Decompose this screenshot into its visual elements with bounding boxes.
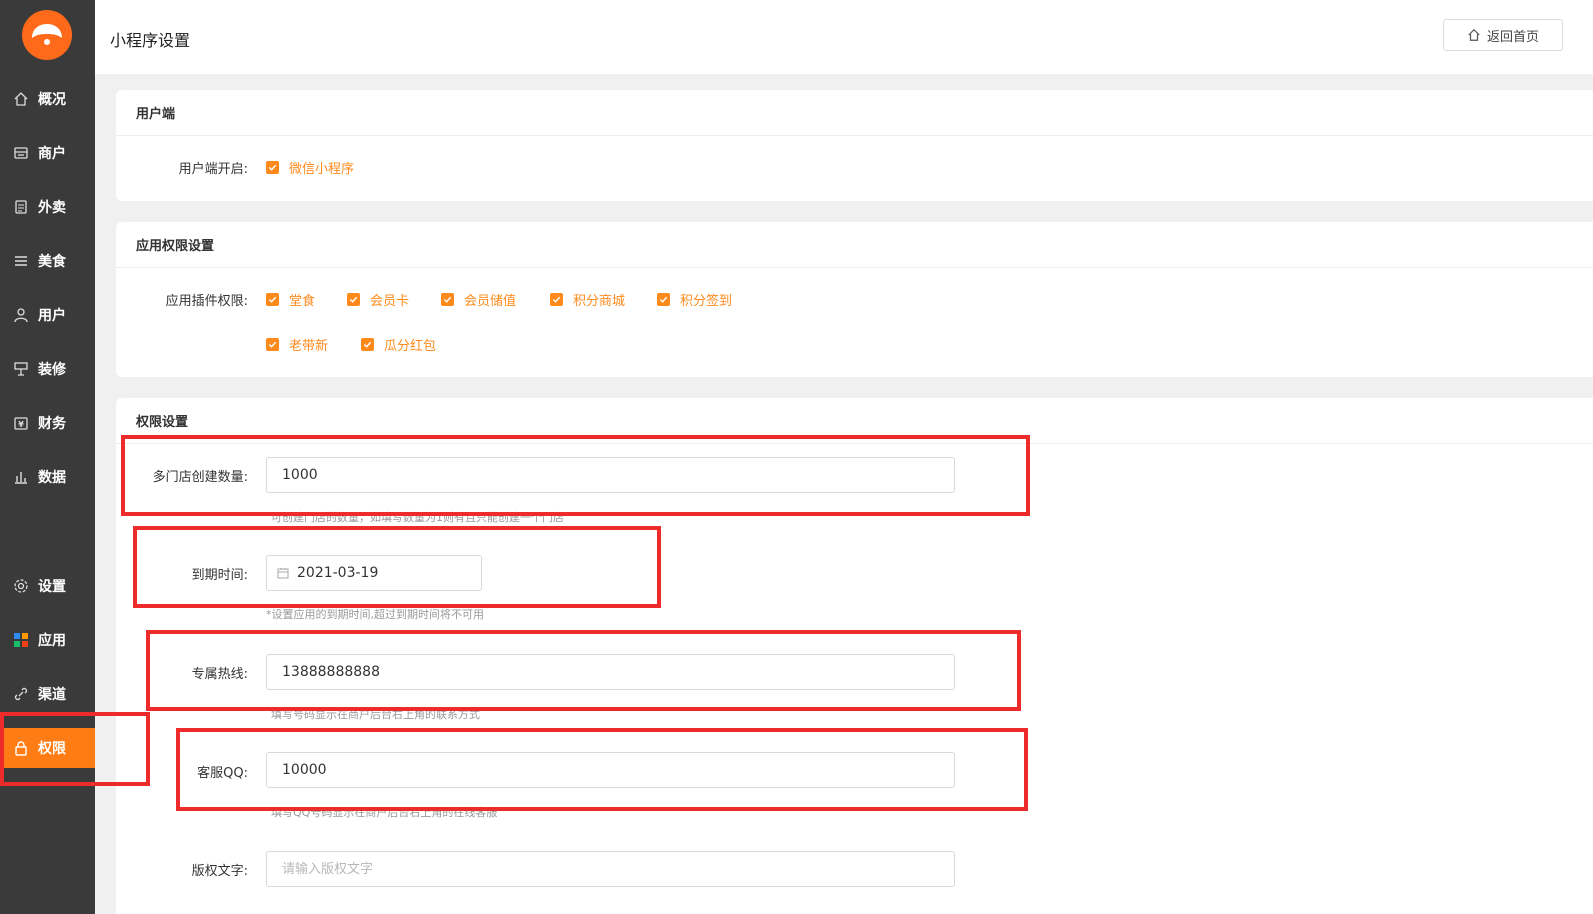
check-icon <box>441 293 454 306</box>
home-icon <box>1467 28 1481 42</box>
hotline-label: 专属热线: <box>191 667 248 682</box>
checkbox-label: 微信小程序 <box>289 162 355 177</box>
sidebar-item-merchant[interactable]: 商户 <box>0 133 95 173</box>
hotline-input[interactable]: 13888888888 <box>266 654 955 690</box>
sidebar-item-data[interactable]: 数据 <box>0 457 95 497</box>
sidebar: 概况 商户 外卖 美食 用户 装修 ¥ 财务 数据 设置 应用 渠道 权限 <box>0 0 95 914</box>
sidebar-item-label: 商户 <box>38 146 66 162</box>
sidebar-item-label: 渠道 <box>38 687 66 703</box>
sidebar-item-decoration[interactable]: 装修 <box>0 349 95 389</box>
check-icon <box>347 293 360 306</box>
check-icon <box>266 293 279 306</box>
checkbox-plugin-referral[interactable]: 老带新 <box>266 335 328 354</box>
store-count-input[interactable]: 1000 <box>266 457 955 493</box>
user-icon <box>12 306 30 324</box>
checkbox-plugin-red-packet[interactable]: 瓜分红包 <box>361 335 436 354</box>
checkbox-wechat-miniprogram[interactable]: 微信小程序 <box>266 158 354 177</box>
checkbox-label: 积分商城 <box>573 294 626 309</box>
chart-icon <box>12 468 30 486</box>
store-count-label: 多门店创建数量: <box>152 470 248 485</box>
sidebar-item-users[interactable]: 用户 <box>0 295 95 335</box>
hotline-hint: 填写号码显示在商户后台右上角的联系方式 <box>271 708 480 721</box>
home-button-label: 返回首页 <box>1486 29 1539 45</box>
user-section-card: 用户端 用户端开启: 微信小程序 <box>116 90 1593 201</box>
checkbox-label: 瓜分红包 <box>384 339 437 354</box>
checkbox-plugin-stored-value[interactable]: 会员储值 <box>441 290 516 309</box>
document-icon <box>12 198 30 216</box>
qq-value: 10000 <box>282 762 327 778</box>
checkbox-plugin-points-mall[interactable]: 积分商城 <box>550 290 625 309</box>
store-icon <box>12 144 30 162</box>
sidebar-item-label: 数据 <box>38 470 66 486</box>
qq-input[interactable]: 10000 <box>266 752 955 788</box>
finance-icon: ¥ <box>12 414 30 432</box>
copyright-input[interactable] <box>282 852 954 886</box>
check-icon <box>657 293 670 306</box>
sidebar-item-finance[interactable]: ¥ 财务 <box>0 403 95 443</box>
check-icon <box>361 338 374 351</box>
sidebar-item-permissions[interactable]: 权限 <box>0 728 95 768</box>
checkbox-label: 会员储值 <box>464 294 517 309</box>
sidebar-item-label: 设置 <box>38 579 66 595</box>
calendar-icon <box>277 567 289 579</box>
sidebar-item-label: 概况 <box>38 92 66 108</box>
sidebar-item-label: 权限 <box>38 741 66 757</box>
brush-icon <box>12 360 30 378</box>
sidebar-item-food[interactable]: 美食 <box>0 241 95 281</box>
checkbox-plugin-dinein[interactable]: 堂食 <box>266 290 315 309</box>
logo <box>22 10 72 60</box>
app-permission-card: 应用权限设置 应用插件权限: 堂食 会员卡 会员储值 积分商城 积分签到 老带新… <box>116 222 1593 377</box>
home-icon <box>12 90 30 108</box>
plugin-permission-label: 应用插件权限: <box>165 294 248 309</box>
store-count-value: 1000 <box>282 467 318 483</box>
sidebar-item-label: 用户 <box>38 308 66 324</box>
gear-icon <box>12 577 30 595</box>
menu-icon <box>12 252 30 270</box>
checkbox-label: 堂食 <box>289 294 316 309</box>
check-icon <box>266 338 279 351</box>
sidebar-item-label: 装修 <box>38 362 66 378</box>
checkbox-label: 积分签到 <box>680 294 733 309</box>
section-title: 用户端 <box>116 90 1593 136</box>
copyright-field[interactable] <box>266 851 955 887</box>
checkbox-plugin-points-checkin[interactable]: 积分签到 <box>657 290 732 309</box>
svg-text:¥: ¥ <box>18 420 24 429</box>
hotline-value: 13888888888 <box>282 664 380 680</box>
sidebar-item-label: 美食 <box>38 254 66 270</box>
header: 小程序设置 返回首页 <box>95 0 1593 74</box>
sidebar-item-overview[interactable]: 概况 <box>0 79 95 119</box>
sidebar-item-takeout[interactable]: 外卖 <box>0 187 95 227</box>
sidebar-item-label: 应用 <box>38 633 66 649</box>
lock-icon <box>12 739 30 757</box>
expire-date-value: 2021-03-19 <box>297 565 379 581</box>
check-icon <box>266 161 279 174</box>
sidebar-item-settings[interactable]: 设置 <box>0 566 95 606</box>
copyright-label: 版权文字: <box>191 864 248 879</box>
sidebar-item-channel[interactable]: 渠道 <box>0 674 95 714</box>
section-title: 应用权限设置 <box>116 222 1593 268</box>
checkbox-label: 老带新 <box>289 339 329 354</box>
expire-label: 到期时间: <box>191 568 248 583</box>
home-button[interactable]: 返回首页 <box>1443 19 1563 51</box>
page-title: 小程序设置 <box>110 31 191 50</box>
sidebar-item-label: 外卖 <box>38 200 66 216</box>
qq-label: 客服QQ: <box>197 766 248 781</box>
checkbox-label: 会员卡 <box>370 294 410 309</box>
sidebar-item-label: 财务 <box>38 416 66 432</box>
expire-hint: *设置应用的到期时间,超过到期时间将不可用 <box>266 608 484 621</box>
expire-date-picker[interactable]: 2021-03-19 <box>266 555 482 591</box>
sidebar-item-apps[interactable]: 应用 <box>0 620 95 660</box>
section-title: 权限设置 <box>116 398 1593 444</box>
check-icon <box>550 293 563 306</box>
link-icon <box>12 685 30 703</box>
qq-hint: 填写QQ号码显示在商户后台右上角的在线客服 <box>271 806 498 819</box>
auth-settings-card: 权限设置 多门店创建数量: 1000 可创建门店的数量，如填写数量为1则有且只能… <box>116 398 1593 914</box>
apps-icon <box>12 631 30 649</box>
store-count-hint: 可创建门店的数量，如填写数量为1则有且只能创建一个门店 <box>271 511 564 524</box>
checkbox-plugin-membercard[interactable]: 会员卡 <box>347 290 409 309</box>
user-open-label: 用户端开启: <box>178 162 248 177</box>
